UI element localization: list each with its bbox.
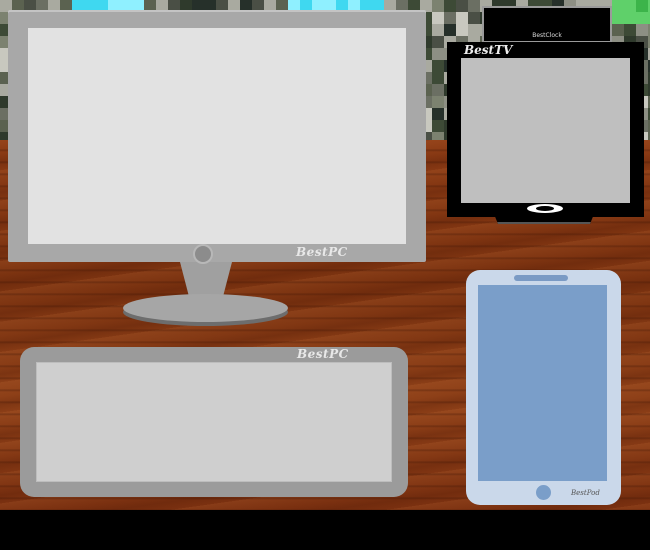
pc-monitor-brand-label: BestPC [296, 245, 348, 259]
game-scene: BestPC BestPC BestClock BestTV BestPod [0, 0, 650, 550]
best-pod-phone[interactable]: BestPod [466, 270, 621, 505]
best-tv-screen[interactable] [461, 58, 630, 203]
best-tv-brand-label: BestTV [464, 43, 513, 57]
pc-tablet-brand-label: BestPC [297, 347, 349, 361]
best-tv-stand [494, 214, 594, 224]
pc-monitor[interactable]: BestPC [8, 10, 426, 262]
phone-speaker [514, 275, 568, 281]
best-clock[interactable]: BestClock [482, 6, 612, 43]
pc-monitor-base [123, 294, 288, 322]
pc-tablet-screen[interactable] [36, 362, 392, 482]
best-clock-brand-label: BestClock [532, 32, 562, 39]
bottom-black-bar [0, 510, 650, 550]
phone-screen[interactable] [478, 285, 607, 481]
pc-monitor-screen[interactable] [28, 28, 406, 244]
pc-tablet-device[interactable]: BestPC [20, 347, 408, 497]
tv-power-button[interactable] [527, 204, 563, 213]
phone-brand-label: BestPod [571, 489, 600, 497]
phone-home-button[interactable] [536, 485, 551, 500]
pc-power-button[interactable] [193, 244, 213, 264]
best-tv[interactable]: BestTV [447, 42, 644, 217]
